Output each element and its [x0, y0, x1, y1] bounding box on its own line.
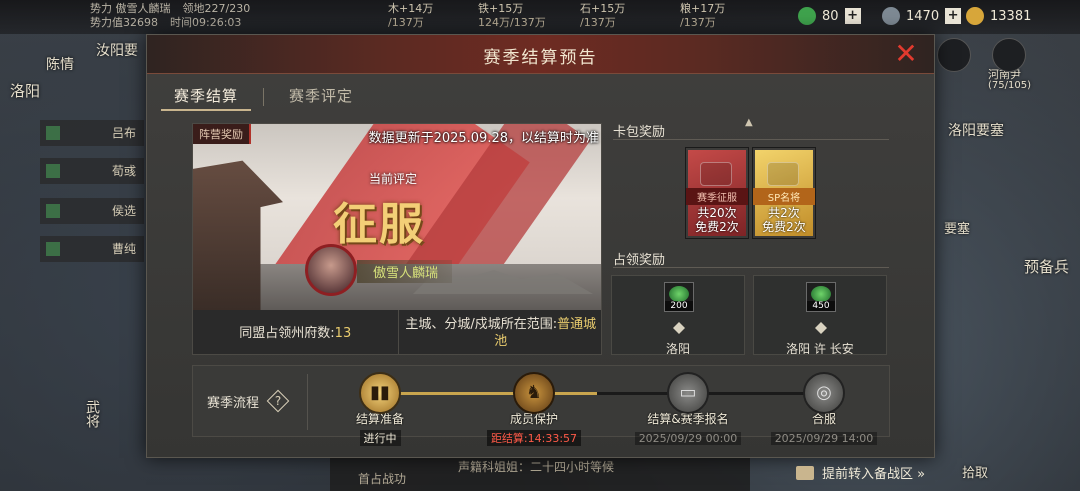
map-label: 洛阳要塞 [948, 123, 1004, 139]
jade-currency[interactable]: 80 + [798, 7, 861, 25]
help-icon[interactable]: ? [267, 390, 289, 412]
map-label: 武将 [84, 400, 100, 428]
city-badge-icon [673, 322, 685, 334]
map-label: 预备兵 [1024, 258, 1070, 276]
resource-iron: 铁+15万 124万/137万 [478, 2, 546, 29]
gold-currency: 13381 [966, 7, 1031, 25]
close-button[interactable]: ✕ [892, 40, 920, 69]
card-pack-season[interactable]: 赛季征服 共20次 免费2次 [685, 147, 749, 239]
map-label: 拾取 [962, 466, 989, 481]
season-flow: 赛季流程 ? ▮▮ 结算准备 进行中 ♞ 成员保护 距结算:14:33:57 ▭… [192, 365, 890, 446]
book-icon [796, 465, 814, 480]
side-general-1[interactable]: 吕布 [40, 120, 144, 146]
leader-avatar[interactable] [305, 244, 357, 296]
modal-title: 赛季结算预告 [483, 48, 598, 68]
territory-count: 领地227/230 [182, 2, 251, 15]
tab-season-rating[interactable]: 赛季评定 [276, 85, 366, 111]
player-power: 势力值32698 [90, 16, 158, 29]
pack-emblem-icon [767, 162, 799, 186]
current-rating-value: 征服 [333, 199, 425, 250]
player-info: 势力 傲雪人麟瑞 领地227/230 势力值32698 时间09:26:03 [90, 2, 250, 30]
flow-stage[interactable]: ▭ 结算&赛季报名 2025/09/29 00:00 [623, 372, 753, 446]
leader-name: 傲雪人麟瑞 [357, 260, 453, 283]
divider [613, 267, 889, 268]
tab-season-settlement[interactable]: 赛季结算 [161, 85, 252, 111]
chat-bar[interactable]: 首占战功 声籍科姐姐：二十四小时等候 [330, 458, 750, 491]
map-label: 汝阳要 [96, 43, 138, 59]
data-update-note: 数据更新于2025.09.28，以结算时为准 [368, 131, 599, 146]
bar-chart-icon: ▮▮ [359, 372, 401, 414]
add-silver-button[interactable]: + [945, 8, 962, 24]
gold-coin-icon [966, 7, 984, 25]
occupy-reward-item[interactable]: 450 洛阳 许 长安 [753, 275, 887, 355]
alliance-prefectures-stat: 同盟占领州府数:13 [239, 325, 352, 341]
pack-emblem-icon [700, 162, 732, 186]
season-rating-card: 阵营奖励 数据更新于2025.09.28，以结算时为准 当前评定 征服 傲雪人麟… [192, 123, 602, 355]
side-general-2[interactable]: 荀彧 [40, 158, 144, 184]
add-jade-button[interactable]: + [844, 8, 861, 24]
flow-stage[interactable]: ▮▮ 结算准备 进行中 [315, 372, 445, 446]
resource-grain: 粮+17万/137万 [680, 2, 726, 29]
horse-icon: ♞ [513, 372, 555, 414]
city-range-stat: 主城、分城/戍城所在范围:普通城池 [397, 310, 602, 354]
card-rewards-title: 卡包奖励 [613, 125, 666, 140]
top-status-bar: 势力 傲雪人麟瑞 领地227/230 势力值32698 时间09:26:03 木… [0, 0, 1080, 34]
side-general-4[interactable]: 曹纯 [40, 236, 144, 262]
current-rating-label: 当前评定 [369, 172, 418, 186]
jade-coin-icon [798, 7, 816, 25]
search-icon[interactable] [937, 38, 971, 72]
chest-icon: ▭ [667, 372, 709, 414]
location-pin-icon[interactable] [992, 38, 1026, 72]
flow-stage[interactable]: ♞ 成员保护 距结算:14:33:57 [469, 372, 599, 446]
season-settlement-modal: 赛季结算预告 ✕ 赛季结算 赛季评定 阵营奖励 数据更新于2025.09.28，… [146, 34, 935, 458]
modal-header: 赛季结算预告 ✕ [147, 35, 934, 74]
season-stats: 同盟占领州府数:13 主城、分城/戍城所在范围:普通城池 [193, 310, 602, 354]
map-label: 要塞 [944, 222, 971, 237]
tab-divider [263, 88, 265, 106]
resource-wood: 木+14万/137万 [388, 2, 434, 29]
season-flow-label: 赛季流程 [207, 396, 260, 411]
flow-stage[interactable]: ◎ 合服 2025/09/29 14:00 [759, 372, 889, 446]
side-general-3[interactable]: 侯选 [40, 198, 144, 224]
resource-stone: 石+15万/137万 [580, 2, 626, 29]
player-name: 势力 傲雪人麟瑞 [90, 2, 171, 15]
silver-coin-icon [882, 7, 900, 25]
jade-reward-icon: 450 [806, 282, 836, 312]
map-label: (75/105) [988, 80, 1031, 91]
collapse-arrow-icon[interactable]: ▲ [745, 117, 753, 128]
divider [613, 139, 889, 140]
city-badge-icon [815, 322, 827, 334]
card-pack-sp[interactable]: SP名将 共2次 免费2次 [752, 147, 816, 239]
silver-currency[interactable]: 1470 + [882, 7, 962, 25]
merge-server-icon: ◎ [803, 372, 845, 414]
occupy-reward-item[interactable]: 200 洛阳 [611, 275, 745, 355]
game-time: 时间09:26:03 [170, 16, 242, 29]
transfer-prep-zone-link[interactable]: 提前转入备战区 » [796, 463, 925, 482]
map-label: 陈情 [46, 57, 74, 73]
occupy-rewards-title: 占领奖励 [613, 253, 666, 268]
map-label: 洛阳 [10, 82, 41, 100]
tab-bar: 赛季结算 赛季评定 [161, 85, 366, 111]
jade-reward-icon: 200 [664, 282, 694, 312]
camp-reward-tag: 阵营奖励 [193, 124, 251, 144]
season-artwork: 阵营奖励 数据更新于2025.09.28，以结算时为准 当前评定 征服 傲雪人麟… [193, 124, 601, 310]
